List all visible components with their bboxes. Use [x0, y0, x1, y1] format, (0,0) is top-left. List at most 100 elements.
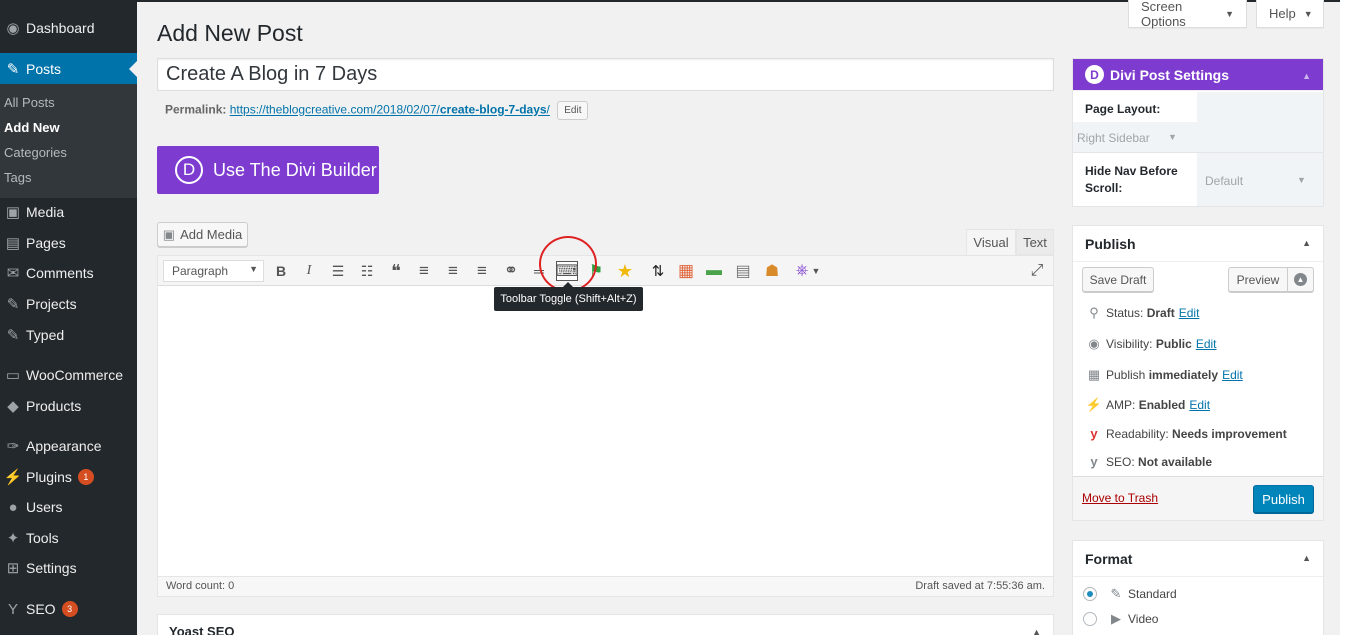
tab-visual[interactable]: Visual [966, 229, 1016, 255]
format-option-video[interactable]: ▶ Video [1083, 611, 1158, 627]
brush-icon: ✑ [6, 438, 20, 455]
yoast-seo-icon: y [1090, 454, 1098, 469]
post-title-input[interactable]: Create A Blog in 7 Days [157, 58, 1054, 91]
submenu-item-add-new[interactable]: Add New [4, 120, 60, 135]
screen-options-button[interactable]: Screen Options ▼ [1128, 0, 1247, 29]
layers-icon[interactable]: ▬ [703, 261, 725, 281]
align-right-icon[interactable]: ≡ [471, 261, 493, 281]
editor-content-area[interactable] [158, 287, 1053, 576]
sidebar-item-projects[interactable]: ✎ Projects [0, 289, 137, 319]
collapse-icon[interactable]: ▲ [1032, 627, 1041, 635]
publish-time-value: immediately [1148, 368, 1219, 382]
publish-button[interactable]: Publish [1253, 485, 1314, 513]
plugin-icon: ⚡ [3, 469, 23, 486]
status-label: Status: [1106, 306, 1144, 320]
woocommerce-icon: ▭ [5, 367, 21, 384]
sidebar-item-typed[interactable]: ✎ Typed [0, 320, 137, 350]
format-option-label: Standard [1128, 587, 1177, 601]
page-layout-value: Right Sidebar [1077, 131, 1150, 145]
sidebar-item-appearance[interactable]: ✑ Appearance [0, 431, 137, 461]
preview-button[interactable]: Preview [1228, 267, 1288, 292]
sidebar-item-woocommerce[interactable]: ▭ WooCommerce [0, 360, 137, 390]
sidebar-item-settings[interactable]: ⊞ Settings [0, 553, 137, 583]
caret-down-icon[interactable]: ▼ [810, 261, 822, 281]
sidebar-item-tools[interactable]: ✦ Tools [0, 523, 137, 553]
eye-icon: ◉ [1088, 336, 1100, 351]
amp-label: AMP: [1106, 398, 1136, 412]
sidebar-item-seo[interactable]: Y SEO 3 [0, 594, 137, 624]
page-layout-label: Page Layout: [1085, 102, 1161, 116]
format-select[interactable]: Paragraph ▼ [163, 260, 264, 282]
star-icon[interactable]: ★ [614, 261, 636, 281]
visibility-value: Public [1155, 337, 1192, 351]
radio-button[interactable] [1083, 612, 1097, 626]
help-button[interactable]: Help ▼ [1256, 0, 1324, 28]
bold-icon[interactable]: B [270, 261, 292, 281]
sidebar-item-posts[interactable]: ✎ Posts [0, 53, 137, 84]
visibility-edit-link[interactable]: Edit [1196, 337, 1217, 351]
help-label: Help [1269, 6, 1296, 21]
amp-edit-link[interactable]: Edit [1189, 398, 1210, 412]
sidebar-item-dashboard[interactable]: ◉ Dashboard [0, 13, 137, 43]
color-grid-icon[interactable]: ▦ [675, 261, 697, 281]
permalink-edit-button[interactable]: Edit [557, 101, 589, 120]
submenu-item-all-posts[interactable]: All Posts [4, 95, 55, 110]
pin-icon: ✎ [1110, 586, 1122, 601]
hide-nav-select[interactable]: Default ▼ [1203, 171, 1313, 191]
publish-time-edit-link[interactable]: Edit [1222, 368, 1243, 382]
caret-down-icon: ▼ [1225, 8, 1234, 19]
publish-header[interactable]: Publish ▲ [1073, 226, 1323, 262]
page-right-edge [1340, 0, 1348, 635]
up-down-arrows-icon[interactable]: ⇅ [647, 261, 669, 281]
blockquote-icon[interactable]: ❝ [385, 261, 407, 281]
sidebar-item-pages[interactable]: ▤ Pages [0, 228, 137, 258]
align-center-icon[interactable]: ≡ [442, 261, 464, 281]
bullet-list-icon[interactable]: ☰ [327, 261, 349, 281]
yoast-icon: Y [7, 600, 18, 618]
sidebar-item-comments[interactable]: ✉ Comments [0, 258, 137, 288]
save-draft-button[interactable]: Save Draft [1082, 267, 1154, 292]
add-media-button[interactable]: ▣ Add Media [157, 222, 248, 247]
use-divi-builder-button[interactable]: D Use The Divi Builder [157, 146, 379, 194]
permalink-url[interactable]: https://theblogcreative.com/2018/02/07/c… [230, 103, 550, 117]
publish-time-row: ▦ Publish immediately Edit [1083, 367, 1243, 383]
table-icon[interactable]: ▤ [732, 261, 754, 281]
numbered-list-icon[interactable]: ☷ [356, 261, 378, 281]
submenu-item-categories[interactable]: Categories [4, 145, 67, 160]
editor-toolbar: Paragraph ▼ B I ☰ ☷ ❝ ≡ ≡ ≡ ⚭ ═ ⌨ ⚑ ★ ⇅ … [158, 256, 1053, 286]
align-left-icon[interactable]: ≡ [413, 261, 435, 281]
sidebar-item-label: Dashboard [26, 20, 95, 36]
radio-button[interactable] [1083, 587, 1097, 601]
sidebar-item-products[interactable]: ◆ Products [0, 391, 137, 421]
sidebar-item-users[interactable]: ● Users [0, 492, 137, 522]
sidebar-item-media[interactable]: ▣ Media [0, 197, 137, 227]
status-value: Draft [1146, 306, 1175, 320]
page-layout-select[interactable]: Right Sidebar ▼ [1073, 128, 1193, 148]
format-header[interactable]: Format ▲ [1073, 541, 1323, 577]
format-option-standard[interactable]: ✎ Standard [1083, 586, 1177, 602]
link-icon[interactable]: ⚭ [500, 261, 522, 281]
sidebar-item-label: Products [26, 398, 82, 414]
user-lock-icon[interactable]: ☗ [761, 261, 783, 281]
divi-logo-icon: D [1085, 65, 1104, 84]
caret-down-icon: ▼ [1303, 8, 1313, 19]
update-count-badge: 1 [77, 469, 94, 485]
collapse-icon[interactable]: ▲ [1302, 71, 1311, 81]
tab-text[interactable]: Text [1016, 229, 1054, 255]
preview-options-button[interactable]: ▲ [1287, 267, 1314, 292]
divi-settings-header[interactable]: D Divi Post Settings ▲ [1073, 59, 1323, 91]
sidebar-item-label: Users [26, 499, 63, 515]
sidebar-item-plugins[interactable]: ⚡ Plugins 1 [0, 462, 137, 492]
collapse-icon[interactable]: ▲ [1302, 553, 1311, 563]
move-to-trash-link[interactable]: Move to Trash [1082, 491, 1158, 505]
italic-icon[interactable]: I [298, 261, 320, 281]
status-edit-link[interactable]: Edit [1179, 306, 1200, 320]
fullscreen-icon[interactable]: ⤢ [1026, 261, 1048, 281]
submenu-item-tags[interactable]: Tags [4, 170, 31, 185]
add-media-label: Add Media [180, 227, 243, 242]
publish-time-label: Publish [1106, 368, 1146, 382]
sidebar-item-label: SEO [26, 601, 56, 617]
collapse-icon[interactable]: ▲ [1302, 238, 1311, 248]
publish-actions: Move to Trash Publish [1073, 476, 1323, 520]
page-title: Add New Post [157, 20, 303, 46]
